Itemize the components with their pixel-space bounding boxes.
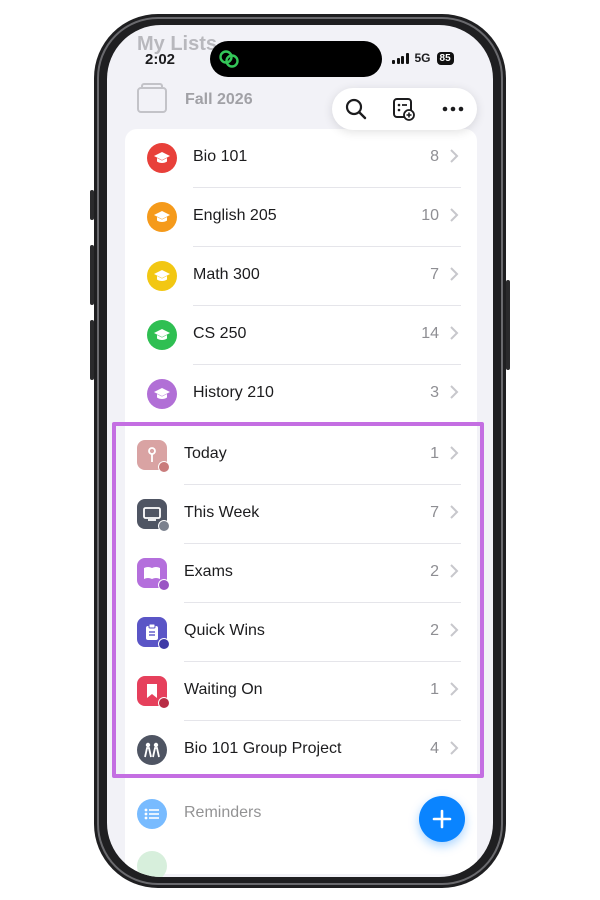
network-label: 5G	[414, 51, 431, 65]
chevron-right-icon	[450, 267, 459, 281]
toolbar	[332, 88, 477, 130]
plus-icon	[432, 809, 452, 829]
search-button[interactable]	[340, 93, 372, 125]
graduation-cap-icon	[147, 143, 177, 173]
list-item-count: 8	[430, 148, 439, 165]
graduation-cap-icon	[147, 320, 177, 350]
list-item-count: 3	[430, 384, 439, 401]
chevron-right-icon	[450, 208, 459, 222]
list-item-label: Math 300	[193, 266, 260, 283]
status-time: 2:02	[145, 51, 176, 68]
smart-lists-highlight	[112, 422, 484, 778]
graduation-cap-icon	[147, 261, 177, 291]
search-icon	[346, 98, 367, 120]
action-button	[90, 190, 94, 220]
add-list-button[interactable]	[419, 796, 465, 842]
status-indicators: 5G 85	[392, 51, 454, 65]
chevron-right-icon	[450, 149, 459, 163]
add-smart-list-button[interactable]	[388, 93, 420, 125]
power-button	[506, 280, 510, 370]
list-item-count: 7	[430, 266, 439, 283]
chevron-right-icon	[450, 326, 459, 340]
graduation-cap-icon	[147, 202, 177, 232]
folder-icon	[137, 83, 167, 113]
signal-icon	[392, 52, 409, 64]
list-item-count: 10	[421, 207, 439, 224]
folder-name: Fall 2026	[185, 91, 253, 108]
smart-list-add-icon	[393, 98, 416, 121]
list-item-label: Reminders	[184, 804, 262, 821]
chevron-right-icon	[450, 385, 459, 399]
battery-icon: 85	[436, 51, 454, 65]
list-item-history-210[interactable]: History 210 3	[125, 365, 477, 424]
list-item-bio-101[interactable]: Bio 101 8	[125, 129, 477, 188]
list-item-math-300[interactable]: Math 300 7	[125, 247, 477, 306]
folder-header[interactable]: Fall 2026	[137, 83, 253, 113]
more-button[interactable]	[437, 93, 469, 125]
list-item-cs-250[interactable]: CS 250 14	[125, 306, 477, 365]
list-item-english-205[interactable]: English 205 10	[125, 188, 477, 247]
volume-down-button	[90, 320, 94, 380]
list-item-count: 14	[421, 325, 439, 342]
list-item-label: CS 250	[193, 325, 247, 342]
graduation-cap-icon	[147, 379, 177, 409]
partial-list-icon	[137, 851, 167, 877]
ellipsis-icon	[442, 106, 464, 112]
activity-icon	[219, 50, 239, 68]
volume-up-button	[90, 245, 94, 305]
list-item-label: History 210	[193, 384, 274, 401]
list-item-label: Bio 101	[193, 148, 248, 165]
list-item-label: English 205	[193, 207, 277, 224]
screen: My Lists 2:02 5G 85 Fall 2026 Bio 101 8	[107, 25, 493, 877]
list-icon	[137, 799, 167, 829]
